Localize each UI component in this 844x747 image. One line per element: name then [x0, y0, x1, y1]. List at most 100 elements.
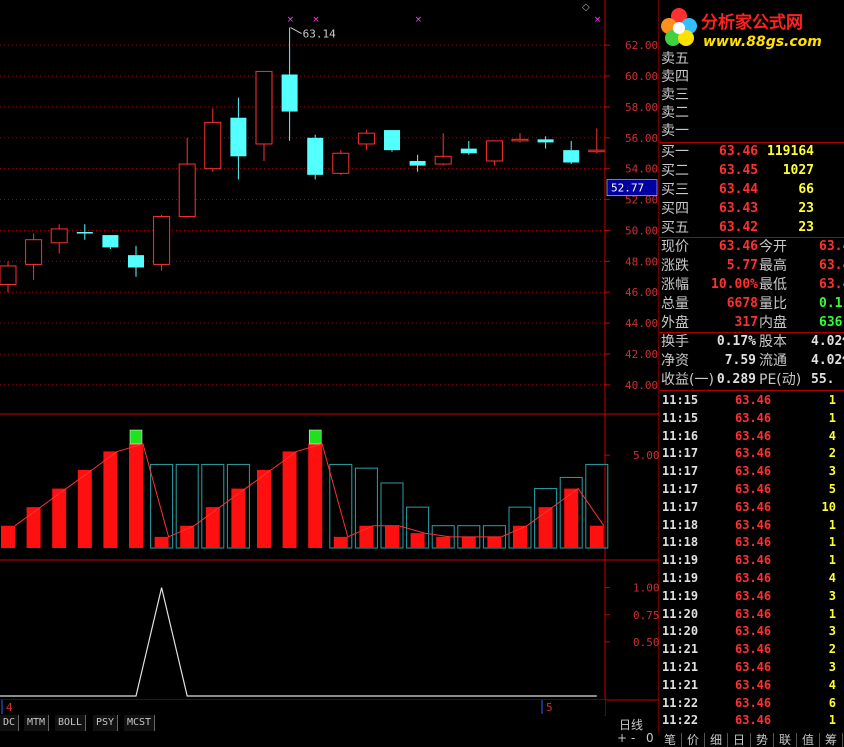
bid-price: 63.42 — [719, 220, 759, 235]
tick-price: 63.46 — [735, 677, 772, 692]
candle-body-down — [537, 139, 554, 143]
tick-price: 63.46 — [735, 535, 772, 550]
quote-row: 涨跌 5.77最高 63.4 — [659, 257, 844, 275]
tick-price: 63.46 — [735, 410, 772, 425]
indicator-bar — [410, 533, 425, 548]
tick-volume: 5 — [828, 482, 836, 496]
main-y-axis: 62.0060.0058.0056.0054.0052.0050.0048.00… — [0, 0, 659, 733]
bid-price: 63.44 — [719, 182, 759, 197]
bid-volume: 23 — [798, 201, 814, 216]
quote-label: 外盘 — [661, 315, 689, 331]
tick-time: 11:22 — [662, 695, 699, 710]
signal-marker: × — [415, 15, 423, 25]
flower-logo-icon — [661, 8, 697, 46]
fund-value: 4.02亿 — [811, 334, 844, 349]
indicator-bar — [77, 470, 92, 548]
panel-tab[interactable]: 日 — [728, 733, 751, 747]
tick-price: 63.46 — [735, 588, 772, 603]
reset-button[interactable]: 0 — [646, 731, 654, 745]
tick-volume: 2 — [828, 446, 836, 461]
indicator-tab[interactable]: MTM — [24, 715, 50, 731]
tick-price: 63.46 — [735, 499, 772, 514]
tick-row: 11:22 63.46 1 — [659, 712, 844, 729]
ask-label: 卖五 — [661, 51, 689, 67]
ask-row: 卖三 — [659, 86, 844, 104]
candle-body-up — [511, 138, 529, 142]
fund-value: 0.17% — [716, 334, 756, 349]
ask-label: 卖三 — [661, 87, 689, 103]
fund-row: 净资 7.59流通 4.02亿 — [659, 352, 844, 370]
bid-label: 买一 — [661, 144, 689, 160]
chart-area[interactable]: 63.14× × × ×◇ 62.0060.0058.0056.0054.0052.0… — [0, 0, 659, 747]
quote-row: 外盘 317 内盘 636 — [659, 314, 844, 332]
indicator-line — [0, 587, 597, 697]
tick-price: 63.46 — [735, 446, 772, 461]
fund-value: 0.289 — [716, 372, 756, 387]
tick-price: 63.46 — [735, 393, 772, 407]
y-tick-label: 1.00 — [633, 582, 659, 595]
tick-volume: 1 — [828, 410, 836, 425]
signal-marker: × — [287, 15, 295, 25]
candle-body-down — [128, 255, 144, 268]
candle-body-up — [204, 121, 222, 170]
indicator-tab[interactable]: BOLL — [55, 715, 87, 731]
tick-row: 11:18 63.46 1 — [659, 534, 844, 551]
panel-tab[interactable]: 笔 — [659, 733, 682, 747]
fund-label: PE(动) — [759, 372, 802, 388]
main-grid — [0, 44, 605, 386]
tick-time: 11:17 — [662, 446, 699, 461]
candle-body-down — [76, 231, 93, 234]
y-tick-label: 50.00 — [625, 224, 658, 237]
tick-price: 63.46 — [735, 713, 772, 728]
quote-row: 涨幅 10.00%最低 63.4 — [659, 276, 844, 294]
bid-label: 买四 — [661, 201, 689, 217]
indicator-bar — [1, 525, 15, 548]
highlight-marker — [129, 429, 143, 445]
tick-volume: 1 — [828, 713, 836, 728]
tick-volume: 1 — [828, 606, 836, 621]
bid-price: 63.45 — [719, 163, 759, 178]
quote-row: 总量 6678 量比 0.1 — [659, 295, 844, 313]
panel-tab[interactable]: 势 — [751, 733, 774, 747]
logo-url: www.88gs.com — [703, 34, 822, 50]
tick-time: 11:17 — [662, 464, 699, 479]
max-pointer — [290, 27, 302, 34]
indicator-tab[interactable]: DC — [0, 715, 20, 731]
quote-value: 63.4 — [819, 277, 844, 292]
quote-value: 636 — [819, 315, 843, 330]
fund-value: 55. — [811, 372, 835, 387]
tick-row: 11:17 63.46 5 — [659, 481, 844, 498]
bid-row: 买五 63.42 23 — [659, 219, 844, 237]
panel-tab[interactable]: 联 — [774, 733, 797, 747]
quote-label: 量比 — [759, 296, 787, 312]
tick-row: 11:20 63.46 3 — [659, 623, 844, 640]
candle-body-down — [460, 148, 477, 154]
signal-marker: × — [594, 15, 602, 25]
quote-row: 现价 63.46今开 63.4 — [659, 238, 844, 256]
tick-time: 11:15 — [662, 410, 699, 425]
tick-time: 11:16 — [662, 428, 699, 443]
y-tick-label: 56.00 — [625, 132, 658, 145]
tick-time: 11:15 — [662, 393, 699, 407]
zoom-out-button[interactable]: - — [631, 731, 635, 745]
tick-price: 63.46 — [735, 606, 772, 621]
candle-body-up — [25, 239, 43, 265]
panel-tab[interactable]: 细 — [705, 733, 728, 747]
indicator-tab[interactable]: PSY — [93, 715, 119, 731]
indicator-bar — [538, 507, 553, 548]
indicator-bars — [1, 429, 609, 549]
panel-tab[interactable]: 值 — [797, 733, 820, 747]
logo-title: 分析家公式网 — [701, 13, 803, 33]
zoom-in-button[interactable]: + — [617, 731, 627, 745]
panel-tab[interactable]: 价 — [682, 733, 705, 747]
indicator-bar — [461, 536, 476, 548]
panel-tab[interactable]: 筹 — [820, 733, 843, 747]
outline-bar — [329, 463, 353, 549]
y-tick-label: 0.50 — [633, 636, 659, 649]
indicator-tab[interactable]: MCST — [124, 715, 156, 731]
indicator-bar — [26, 507, 41, 548]
tick-volume: 1 — [828, 535, 836, 550]
candle-body-down — [307, 137, 324, 175]
tick-volume: 6 — [828, 695, 836, 710]
indicator-bar — [205, 507, 220, 548]
